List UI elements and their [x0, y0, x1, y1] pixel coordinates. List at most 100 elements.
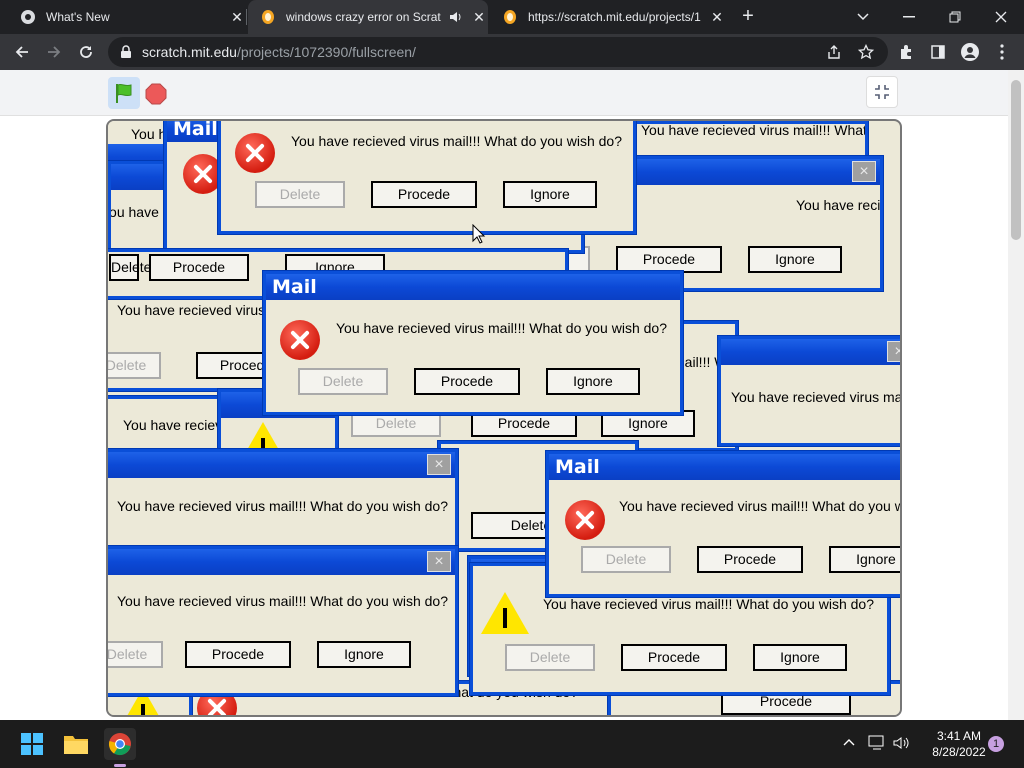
tab-search-icon[interactable]	[840, 0, 886, 34]
scratch-icon	[262, 10, 274, 24]
reload-icon[interactable]	[74, 40, 98, 64]
tab-title: windows crazy error on Scrat	[286, 10, 441, 24]
stop-button[interactable]	[145, 83, 167, 110]
notification-badge[interactable]: 1	[988, 736, 1004, 752]
procede-button[interactable]: Procede	[621, 644, 727, 671]
tab-title: What's New	[46, 10, 110, 24]
speaker-icon[interactable]	[448, 9, 464, 25]
popup-message: You have recieved virus mail!!! What do …	[117, 593, 448, 609]
exit-fullscreen-button[interactable]	[866, 76, 898, 108]
url-text: scratch.mit.edu/projects/1072390/fullscr…	[142, 44, 416, 60]
scratch-controls-bar	[0, 70, 1008, 116]
chrome-icon	[21, 10, 35, 24]
scrollbar-thumb[interactable]	[1011, 80, 1021, 240]
tab-scratch-project[interactable]: https://scratch.mit.edu/projects/1 ✕	[490, 0, 726, 34]
profile-icon[interactable]	[958, 40, 982, 64]
delete-button[interactable]: Delete	[108, 352, 161, 379]
tab-close-icon[interactable]: ✕	[708, 9, 726, 26]
tab-close-icon[interactable]: ✕	[470, 9, 488, 26]
scratch-icon	[504, 10, 516, 24]
ignore-button[interactable]: Ignore	[748, 246, 842, 273]
tab-close-icon[interactable]: ✕	[228, 9, 246, 26]
delete-button[interactable]: Delete	[108, 641, 163, 668]
volume-icon[interactable]	[892, 735, 910, 751]
green-flag-icon	[116, 83, 132, 103]
new-tab-button[interactable]: +	[736, 5, 760, 29]
delete-button[interactable]: Delete	[255, 181, 345, 208]
mail-popup[interactable]: Mail You have recieved virus mail!!! Wha…	[263, 271, 683, 415]
popup-message: You have recieved virus mail!!! What do …	[796, 197, 881, 213]
forward-icon[interactable]	[42, 40, 66, 64]
procede-button[interactable]: Procede	[616, 246, 722, 273]
popup-message: You have recieved virus mail!!! What do …	[731, 389, 902, 405]
tab-title: https://scratch.mit.edu/projects/1	[528, 10, 701, 24]
chrome-icon	[108, 733, 131, 756]
windows-taskbar: 3:41 AM 8/28/2022	[0, 720, 1024, 768]
chevron-up-icon[interactable]	[842, 735, 856, 749]
lock-icon[interactable]	[120, 45, 132, 59]
project-stage[interactable]: You have recieved virus mail!!! What do …	[106, 119, 902, 717]
error-icon	[280, 320, 320, 360]
mouse-cursor-icon	[472, 224, 486, 244]
exit-fullscreen-icon	[875, 85, 889, 99]
file-explorer-button[interactable]	[60, 728, 92, 760]
restore-button[interactable]	[932, 0, 978, 34]
mail-popup[interactable]: Mail You have recieved virus mail!!! Wha…	[546, 451, 900, 597]
delete-button[interactable]: Delete	[505, 644, 595, 671]
delete-button[interactable]: Delete	[298, 368, 388, 395]
popup-title-bar	[721, 339, 900, 365]
green-flag-button[interactable]	[108, 77, 140, 109]
ignore-button[interactable]: Ignore	[317, 641, 411, 668]
chrome-taskbar-button[interactable]	[104, 728, 136, 760]
popup-message: You have recieved virus mail!!! What do …	[619, 498, 900, 514]
ignore-button[interactable]: Ignore	[753, 644, 847, 671]
error-icon	[565, 500, 605, 540]
share-icon[interactable]	[822, 40, 846, 64]
close-icon[interactable]: ×	[427, 551, 451, 572]
procede-button[interactable]: Procede	[697, 546, 803, 573]
popup-message: You have recieved virus mail!!! What do …	[117, 498, 448, 514]
menu-dots-icon[interactable]	[990, 40, 1014, 64]
popup-title-bar	[108, 452, 455, 478]
close-icon[interactable]: ×	[427, 454, 451, 475]
tab-windows-crazy-error[interactable]: windows crazy error on Scrat ✕	[248, 0, 488, 34]
ignore-button[interactable]: Ignore	[503, 181, 597, 208]
network-icon[interactable]	[868, 735, 886, 751]
extensions-icon[interactable]	[894, 40, 918, 64]
popup-message: You have recieved virus mail!!! What do …	[336, 320, 667, 336]
popup-title: Mail	[266, 274, 680, 300]
tab-whats-new[interactable]: What's New ✕	[8, 0, 246, 34]
procede-button[interactable]: Procede	[185, 641, 291, 668]
procede-button[interactable]: Procede	[371, 181, 477, 208]
tab-strip: What's New ✕ windows crazy error on Scra…	[0, 0, 1024, 34]
popup-message: You have recieved virus mail!!! What do …	[291, 133, 622, 149]
procede-button[interactable]: Procede	[149, 254, 249, 281]
error-popup[interactable]: × You have recieved virus mail!!! What d…	[718, 336, 902, 446]
close-icon[interactable]: ×	[852, 161, 876, 182]
start-button[interactable]	[16, 728, 48, 760]
page-scrollbar[interactable]	[1008, 70, 1024, 720]
ignore-button[interactable]: Ignore	[546, 368, 640, 395]
warning-icon	[481, 592, 529, 634]
side-panel-icon[interactable]	[926, 40, 950, 64]
popup-message: You have recieved virus mail!!! What do …	[543, 596, 874, 612]
folder-icon	[64, 736, 88, 754]
close-icon[interactable]: ×	[887, 341, 900, 362]
windows-logo-icon	[21, 733, 43, 755]
error-popup[interactable]: You have recieved virus mail!!! What do …	[218, 121, 636, 234]
popup-message: You have recieved virus mail!!! What do …	[641, 122, 867, 138]
stop-icon	[145, 83, 167, 105]
error-icon	[235, 133, 275, 173]
delete-button[interactable]: Delete	[581, 546, 671, 573]
procede-button[interactable]: Procede	[414, 368, 520, 395]
error-popup[interactable]: × You have recieved virus mail!!! What d…	[108, 449, 458, 549]
address-bar[interactable]: scratch.mit.edu/projects/1072390/fullscr…	[108, 37, 888, 67]
bookmark-star-icon[interactable]	[854, 40, 878, 64]
error-popup[interactable]: × You have recieved virus mail!!! What d…	[108, 546, 458, 696]
ignore-button[interactable]: Ignore	[829, 546, 900, 573]
browser-toolbar: scratch.mit.edu/projects/1072390/fullscr…	[0, 34, 1024, 70]
close-window-button[interactable]	[978, 0, 1024, 34]
minimize-button[interactable]	[886, 0, 932, 34]
delete-button[interactable]: Delete	[109, 254, 151, 281]
back-icon[interactable]	[10, 40, 34, 64]
